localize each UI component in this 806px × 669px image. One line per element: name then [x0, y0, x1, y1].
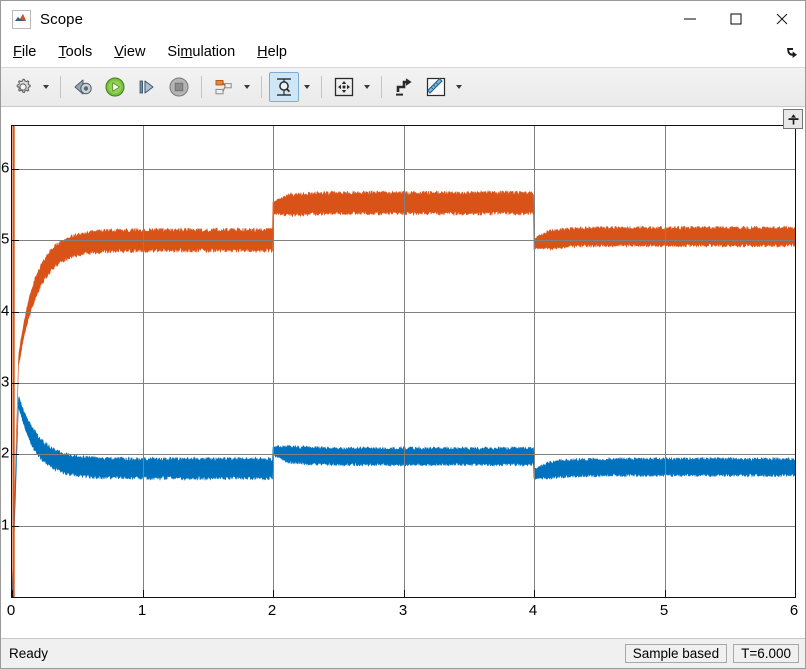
- stop-icon: [169, 77, 189, 97]
- undock-arrow-icon[interactable]: [785, 45, 799, 64]
- pan-button[interactable]: [329, 72, 359, 102]
- cursor-measure-icon: [277, 78, 291, 96]
- scope-window: Scope File Tools View Simulation Help 1 …: [0, 0, 806, 669]
- window-controls: [667, 1, 805, 37]
- configuration-properties-caret[interactable]: [39, 73, 52, 101]
- menu-item-simulation[interactable]: Simulation: [157, 37, 245, 67]
- zoom-y-icon: [396, 78, 412, 96]
- x-tick-label: 2: [267, 602, 277, 619]
- x-tick-label: 5: [659, 602, 669, 619]
- signal-blocks-icon: [215, 80, 232, 95]
- grid-line-horizontal: [12, 454, 795, 455]
- grid-line-horizontal: [12, 312, 795, 313]
- configuration-properties-button[interactable]: [8, 72, 38, 102]
- x-tick-mark: [795, 590, 796, 597]
- x-tick-label: 1: [137, 602, 147, 619]
- status-bar: Ready Sample based T=6.000: [1, 638, 805, 668]
- plot-area: 1 2 3 4 5 6 0 1 2 3 4 5 6: [1, 107, 805, 638]
- menu-bar: File Tools View Simulation Help: [1, 37, 805, 68]
- grid-line-horizontal: [12, 383, 795, 384]
- run-play-icon: [105, 77, 125, 97]
- style-ruler-icon: [426, 77, 446, 97]
- grid-line-horizontal: [12, 169, 795, 170]
- gear-icon: [16, 78, 31, 93]
- y-tick-mark: [12, 454, 19, 455]
- step-forward-button[interactable]: [132, 72, 162, 102]
- x-tick-mark: [404, 590, 405, 597]
- y-tick-mark: [12, 383, 19, 384]
- style-caret[interactable]: [452, 73, 465, 101]
- x-tick-label: 3: [398, 602, 408, 619]
- x-tick-mark: [534, 590, 535, 597]
- title-bar: Scope: [1, 1, 805, 37]
- menu-item-tools-rest: ools: [65, 44, 93, 60]
- y-tick-label: 1: [1, 516, 10, 534]
- toolbar: [1, 68, 805, 107]
- matlab-scope-icon: [12, 9, 31, 29]
- toolbar-separator-3: [261, 76, 262, 98]
- y-tick-mark: [12, 240, 19, 241]
- minimize-button[interactable]: [667, 1, 713, 37]
- y-tick-mark: [12, 526, 19, 527]
- run-button[interactable]: [100, 72, 130, 102]
- x-tick-mark: [12, 590, 13, 597]
- step-back-button[interactable]: [68, 72, 98, 102]
- y-tick-label: 2: [1, 444, 10, 462]
- x-tick-mark: [273, 590, 274, 597]
- close-button[interactable]: [759, 1, 805, 37]
- step-forward-icon: [139, 80, 154, 94]
- toolbar-separator-2: [201, 76, 202, 98]
- y-tick-label: 3: [1, 373, 10, 391]
- maximize-axes-pin-icon[interactable]: [783, 109, 803, 129]
- style-button[interactable]: [421, 72, 451, 102]
- chart-axes[interactable]: [11, 125, 796, 598]
- maximize-button[interactable]: [713, 1, 759, 37]
- status-frame-mode: Sample based: [624, 644, 728, 663]
- y-tick-mark: [12, 169, 19, 170]
- menu-item-simulation-pre: Si: [167, 44, 181, 60]
- pan-arrows-icon: [334, 77, 354, 97]
- step-back-icon: [74, 79, 92, 95]
- y-tick-label: 6: [1, 159, 10, 177]
- cursor-measurements-button[interactable]: [269, 72, 299, 102]
- x-tick-mark: [665, 590, 666, 597]
- menu-item-help[interactable]: Help: [247, 37, 297, 67]
- menu-item-simulation-rest: ulation: [192, 44, 236, 60]
- y-tick-label: 4: [1, 302, 10, 320]
- menu-item-tools[interactable]: Tools: [48, 37, 102, 67]
- menu-item-view-rest: iew: [123, 44, 146, 60]
- x-tick-label: 0: [6, 602, 16, 619]
- signal-selection-caret[interactable]: [240, 73, 253, 101]
- y-tick-mark: [12, 312, 19, 313]
- window-title: Scope: [40, 10, 84, 28]
- toolbar-separator-1: [60, 76, 61, 98]
- x-tick-label: 4: [528, 602, 538, 619]
- x-tick-mark: [143, 590, 144, 597]
- signal-selection-button[interactable]: [209, 72, 239, 102]
- cursor-measurements-caret[interactable]: [300, 73, 313, 101]
- status-ready-label: Ready: [9, 646, 49, 661]
- pan-caret[interactable]: [360, 73, 373, 101]
- grid-line-horizontal: [12, 526, 795, 527]
- menu-item-view[interactable]: View: [104, 37, 155, 67]
- zoom-in-y-button[interactable]: [389, 72, 419, 102]
- menu-item-help-rest: elp: [267, 44, 287, 60]
- toolbar-separator-4: [321, 76, 322, 98]
- y-tick-label: 5: [1, 230, 10, 248]
- menu-item-file[interactable]: File: [3, 37, 46, 67]
- grid-line-horizontal: [12, 240, 795, 241]
- menu-item-file-rest: ile: [21, 44, 37, 60]
- toolbar-separator-5: [381, 76, 382, 98]
- x-tick-label: 6: [789, 602, 799, 619]
- stop-button[interactable]: [164, 72, 194, 102]
- status-time: T=6.000: [733, 644, 799, 663]
